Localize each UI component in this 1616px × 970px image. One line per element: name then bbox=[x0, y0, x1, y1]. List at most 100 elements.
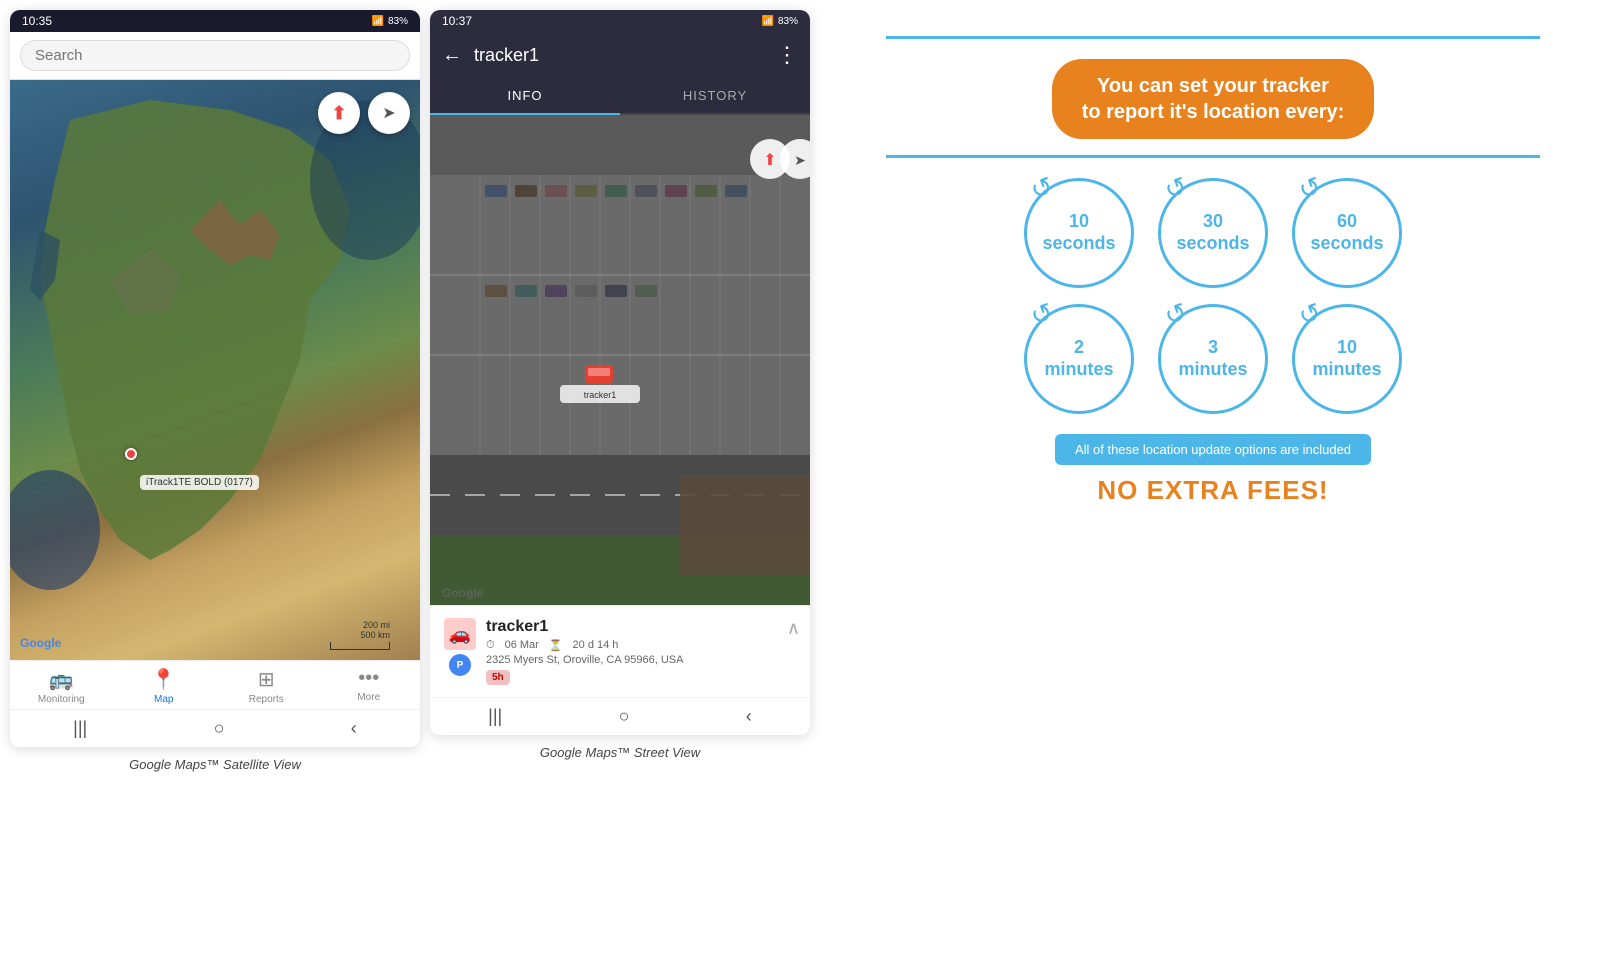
google-branding-1: Google bbox=[20, 636, 61, 650]
tracker-name: tracker1 bbox=[486, 618, 796, 636]
circle-text-3min: 3 minutes bbox=[1178, 337, 1247, 380]
circles-grid: ↺ 10 seconds ↺ 30 seconds ↺ 6 bbox=[1024, 178, 1402, 414]
more-icon: ••• bbox=[358, 667, 379, 690]
compass-icon: ⬆ bbox=[331, 103, 346, 124]
recent-apps-button-2[interactable]: ||| bbox=[488, 706, 502, 727]
phone1-frame: 10:35 📶 83% bbox=[10, 10, 420, 747]
included-badge: All of these location update options are… bbox=[1055, 434, 1371, 465]
arrow-3min: ↺ bbox=[1160, 296, 1191, 333]
home-button[interactable]: ○ bbox=[214, 718, 225, 739]
share-button[interactable]: ➤ bbox=[368, 92, 410, 134]
phone1-map-area[interactable]: ⬆ ➤ iTrack1TE BOLD (0177) Google bbox=[10, 80, 420, 660]
circle-outer-30sec: ↺ 30 seconds bbox=[1158, 178, 1268, 288]
scale-line bbox=[330, 642, 390, 650]
search-input[interactable] bbox=[20, 40, 410, 71]
nav-monitoring[interactable]: 🚌 Monitoring bbox=[31, 667, 91, 705]
phone2-map[interactable]: tracker1 ⬆ ➤ Google bbox=[430, 115, 810, 605]
phone1-status-icons: 📶 83% bbox=[372, 16, 408, 27]
bottom-nav-1: 🚌 Monitoring 📍 Map ⊞ Reports ••• More bbox=[10, 660, 420, 709]
svg-text:tracker1: tracker1 bbox=[584, 390, 617, 400]
arrow-60sec: ↺ bbox=[1294, 170, 1325, 207]
circle-10sec: ↺ 10 seconds bbox=[1024, 178, 1134, 288]
circle-30sec: ↺ 30 seconds bbox=[1158, 178, 1268, 288]
phone2-header: ← tracker1 ⋮ bbox=[430, 32, 810, 78]
phone1-status-bar: 10:35 📶 83% bbox=[10, 10, 420, 32]
scale-500km: 500 km bbox=[360, 630, 390, 640]
map-label: Map bbox=[154, 694, 173, 705]
tab-history[interactable]: HISTORY bbox=[620, 78, 810, 113]
svg-text:➤: ➤ bbox=[794, 152, 806, 168]
tracker-dot bbox=[125, 448, 137, 460]
scale-200mi: 200 mi bbox=[363, 620, 390, 630]
circle-outer-10sec: ↺ 10 seconds bbox=[1024, 178, 1134, 288]
tracker-title: tracker1 bbox=[474, 45, 764, 66]
circle-3min: ↺ 3 minutes bbox=[1158, 304, 1268, 414]
circle-2min: ↺ 2 minutes bbox=[1024, 304, 1134, 414]
scale-bar: 200 mi 500 km bbox=[330, 620, 390, 650]
compass-button[interactable]: ⬆ bbox=[318, 92, 360, 134]
nav-map[interactable]: 📍 Map bbox=[134, 667, 194, 705]
tracker-info-text: tracker1 ⏱ 06 Mar ⏳ 20 d 14 h 2325 Myers… bbox=[486, 618, 796, 685]
info-panel: You can set your tracker to report it's … bbox=[820, 10, 1606, 526]
tab-info[interactable]: INFO bbox=[430, 78, 620, 115]
wifi-icon-2: 📶 bbox=[762, 16, 774, 27]
arrow-30sec: ↺ bbox=[1160, 170, 1191, 207]
android-nav-2: ||| ○ ‹ bbox=[430, 697, 810, 735]
recent-apps-button[interactable]: ||| bbox=[73, 718, 87, 739]
phone2-time: 10:37 bbox=[442, 14, 472, 28]
arrow-2min: ↺ bbox=[1026, 296, 1057, 333]
phone2-status-icons: 📶 83% bbox=[762, 16, 798, 27]
info-header: You can set your tracker to report it's … bbox=[1052, 59, 1375, 139]
tracker-label: iTrack1TE BOLD (0177) bbox=[140, 475, 259, 490]
phone2-tabs: INFO HISTORY bbox=[430, 78, 810, 115]
more-label: More bbox=[357, 692, 380, 703]
reports-icon: ⊞ bbox=[258, 667, 275, 692]
phone1-time: 10:35 bbox=[22, 14, 52, 28]
clock-icon: ⏱ bbox=[486, 639, 495, 652]
tracker-pin-area bbox=[125, 448, 137, 460]
circle-10min: ↺ 10 minutes bbox=[1292, 304, 1402, 414]
phone1-search-bar bbox=[10, 32, 420, 80]
tracker-duration: 20 d 14 h bbox=[573, 639, 619, 652]
circle-outer-3min: ↺ 3 minutes bbox=[1158, 304, 1268, 414]
tracker-meta: ⏱ 06 Mar ⏳ 20 d 14 h bbox=[486, 639, 796, 652]
back-button-3[interactable]: ‹ bbox=[746, 706, 752, 727]
circle-text-60sec: 60 seconds bbox=[1310, 211, 1383, 254]
home-button-2[interactable]: ○ bbox=[619, 706, 630, 727]
arrow-10sec: ↺ bbox=[1026, 170, 1057, 207]
tracker-date: 06 Mar bbox=[505, 639, 539, 652]
svg-text:⬆: ⬆ bbox=[763, 152, 776, 169]
scroll-indicator: ∧ bbox=[787, 618, 800, 639]
nav-more[interactable]: ••• More bbox=[339, 667, 399, 705]
car-icon: 🚗 bbox=[444, 618, 476, 650]
reports-label: Reports bbox=[249, 694, 284, 705]
menu-button[interactable]: ⋮ bbox=[776, 42, 798, 68]
no-fees-text: NO EXTRA FEES! bbox=[1097, 475, 1328, 506]
android-nav-1: ||| ○ ‹ bbox=[10, 709, 420, 747]
phone2-status-bar: 10:37 📶 83% bbox=[430, 10, 810, 32]
battery-icon: 83% bbox=[388, 16, 408, 27]
svg-text:Google: Google bbox=[442, 586, 484, 600]
phone2-caption: Google Maps™ Street View bbox=[540, 735, 700, 770]
tracker-info-card: 🚗 P tracker1 ⏱ 06 Mar ⏳ 20 d 14 h 2325 M… bbox=[430, 605, 810, 697]
back-button[interactable]: ‹ bbox=[351, 718, 357, 739]
back-button-2[interactable]: ← bbox=[442, 44, 462, 67]
circle-60sec: ↺ 60 seconds bbox=[1292, 178, 1402, 288]
satellite-map: ⬆ ➤ iTrack1TE BOLD (0177) Google bbox=[10, 80, 420, 660]
teal-line-top bbox=[886, 36, 1539, 39]
monitoring-icon: 🚌 bbox=[49, 667, 74, 692]
duration-icon: ⏳ bbox=[549, 639, 563, 652]
teal-line-bottom bbox=[886, 155, 1539, 158]
circle-outer-10min: ↺ 10 minutes bbox=[1292, 304, 1402, 414]
map-icon: 📍 bbox=[151, 667, 176, 692]
circle-text-10sec: 10 seconds bbox=[1042, 211, 1115, 254]
battery-icon-2: 83% bbox=[778, 16, 798, 27]
phone2-frame: 10:37 📶 83% ← tracker1 ⋮ INFO HISTORY bbox=[430, 10, 810, 735]
circle-text-2min: 2 minutes bbox=[1044, 337, 1113, 380]
time-badge: 5h bbox=[486, 670, 510, 685]
monitoring-label: Monitoring bbox=[38, 694, 85, 705]
tracker-icons: 🚗 P bbox=[444, 618, 476, 676]
nav-reports[interactable]: ⊞ Reports bbox=[236, 667, 296, 705]
parking-icon: P bbox=[449, 654, 471, 676]
circle-text-30sec: 30 seconds bbox=[1176, 211, 1249, 254]
